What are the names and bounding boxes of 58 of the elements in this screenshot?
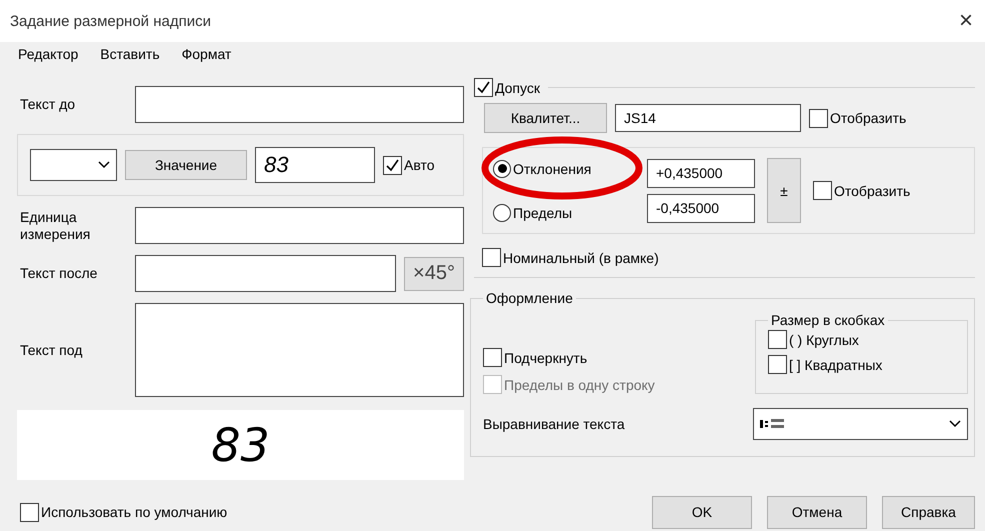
field-label: Единица измерения — [19, 208, 92, 242]
input-field[interactable] — [135, 207, 464, 244]
field-label: Текст под — [19, 342, 84, 358]
checkbox-label: Пределы в одну строку — [504, 376, 655, 392]
radio-label: Пределы — [513, 204, 572, 220]
quality-button[interactable]: Квалитет... — [484, 103, 607, 133]
close-button[interactable]: × — [954, 7, 977, 35]
group-title: Размер в скобках — [770, 312, 886, 328]
alignment-dropdown[interactable] — [753, 408, 968, 440]
dialog-button[interactable]: Справка — [882, 496, 975, 528]
radio-label: Отклонения — [513, 160, 592, 176]
menu-item[interactable]: Вставить — [100, 46, 160, 62]
checkbox[interactable] — [813, 181, 832, 200]
input-field[interactable] — [135, 255, 396, 292]
text-area[interactable] — [135, 303, 464, 397]
radio-button[interactable] — [493, 160, 511, 178]
checkbox[interactable] — [768, 355, 787, 374]
plus-minus-button[interactable]: ± — [767, 158, 801, 223]
group-title: Оформление — [485, 290, 574, 306]
field-label: Текст после — [19, 265, 98, 282]
checkbox-label: Авто — [404, 157, 435, 173]
checkbox-label: Допуск — [495, 80, 540, 96]
menu-item[interactable]: Редактор — [18, 46, 78, 62]
checkbox-label: [ ] Квадратных — [789, 356, 882, 372]
dropdown[interactable] — [30, 149, 117, 181]
checkbox-label: Номинальный (в рамке) — [503, 250, 659, 266]
checkbox[interactable] — [474, 78, 493, 97]
checkbox[interactable] — [20, 502, 39, 522]
checkbox-label: Отобразить — [830, 110, 906, 126]
quality-field[interactable]: JS14 — [615, 104, 801, 132]
checkbox-label: Отобразить — [834, 182, 910, 198]
check-icon — [476, 80, 491, 95]
upper-deviation-field[interactable]: +0,435000 — [647, 158, 755, 188]
window-title: Задание размерной надписи — [10, 12, 211, 30]
field-label: Выравнивание текста — [483, 416, 625, 432]
input-field[interactable] — [135, 86, 464, 123]
lower-deviation-field[interactable]: -0,435000 — [647, 194, 755, 222]
check-icon — [385, 158, 400, 172]
checkbox-label: Использовать по умолчанию — [41, 504, 228, 520]
value-field[interactable]: 83 — [255, 147, 375, 183]
field-label: Текст до — [19, 96, 76, 113]
chevron-down-icon — [949, 420, 961, 428]
chevron-down-icon — [98, 161, 110, 169]
checkbox[interactable] — [383, 156, 402, 174]
checkbox-label: Подчеркнуть — [504, 350, 588, 366]
dialog-button[interactable]: OK — [652, 496, 752, 528]
radio-button[interactable] — [493, 204, 511, 222]
menu-item[interactable]: Формат — [182, 46, 232, 62]
preview-text: 83 — [211, 418, 270, 472]
checkbox-label: ( ) Круглых — [789, 332, 859, 348]
checkbox[interactable] — [768, 330, 787, 349]
value-button[interactable]: Значение — [125, 150, 247, 180]
dialog-button[interactable]: Отмена — [767, 496, 867, 528]
multiply-button[interactable]: ×45° — [404, 256, 464, 290]
alignment-preview-icon — [760, 419, 786, 429]
checkbox[interactable] — [482, 248, 501, 267]
checkbox[interactable] — [483, 348, 502, 367]
checkbox[interactable] — [809, 108, 828, 128]
